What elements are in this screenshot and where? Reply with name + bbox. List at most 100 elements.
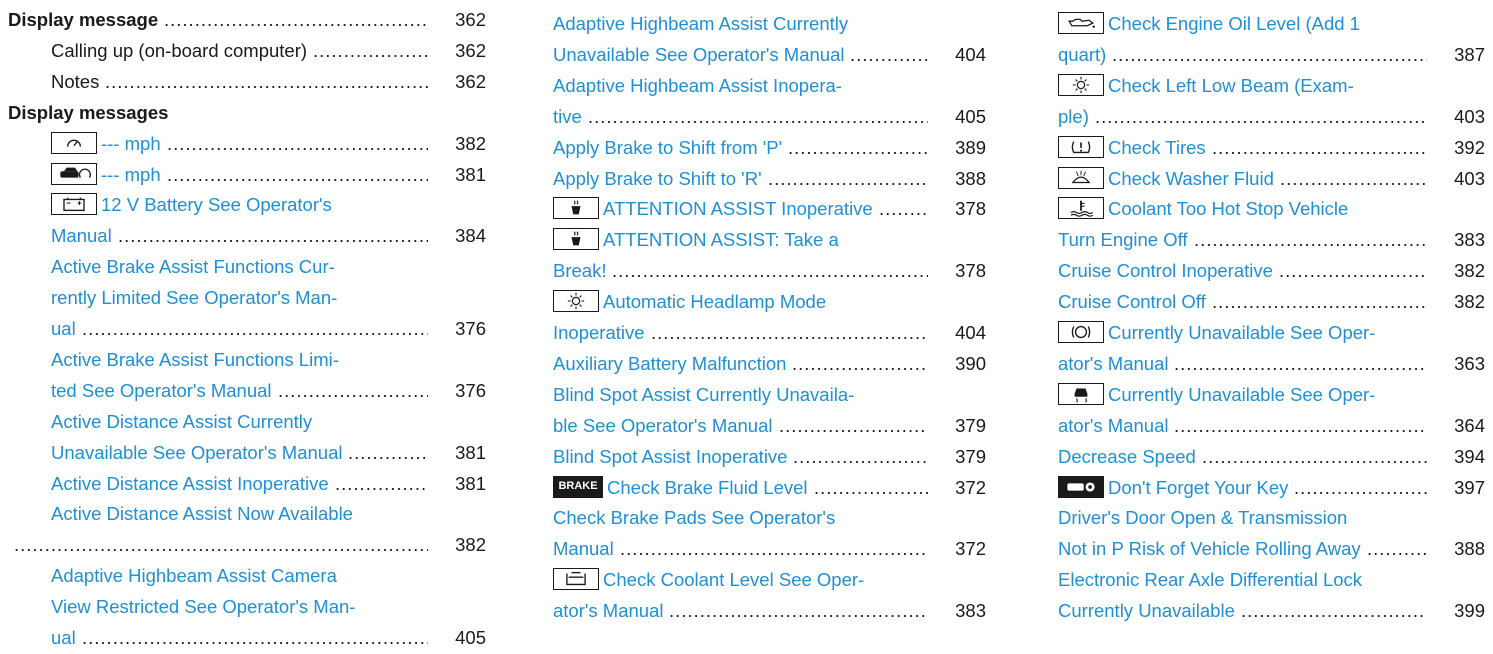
index-entry[interactable]: Auxiliary Battery Malfunction 390 (553, 348, 986, 380)
index-entry[interactable]: Apply Brake to Shift to 'R' 388 (553, 163, 986, 195)
index-entry[interactable]: Currently Unavailable See Oper- (1058, 379, 1485, 411)
entry-text: Notes (51, 70, 100, 92)
dot-leader (82, 622, 428, 654)
entry-text: Manual (51, 225, 112, 247)
index-entry[interactable]: View Restricted See Operator's Man- (8, 591, 486, 623)
index-entry[interactable]: ator's Manual 364 (1058, 410, 1485, 442)
index-entry[interactable]: Driver's Door Open & Transmission (1058, 502, 1485, 534)
index-entry[interactable]: 12 V Battery See Operator's (8, 189, 486, 221)
index-entry[interactable]: --- mph 381 (8, 159, 486, 191)
entry-text: Active Distance Assist Now Available (51, 503, 353, 525)
page-number: 381 (455, 441, 486, 463)
entry-text: Coolant Too Hot Stop Vehicle (1108, 198, 1349, 220)
dot-leader (788, 132, 928, 164)
index-entry[interactable]: Don't Forget Your Key 397 (1058, 472, 1485, 504)
entry-text: rently Limited See Operator's Man- (51, 287, 338, 309)
entry-text: Electronic Rear Axle Differential Lock (1058, 569, 1363, 591)
index-entry[interactable]: Unavailable See Operator's Manual 381 (8, 437, 486, 469)
abs-icon (1058, 321, 1104, 343)
index-entry[interactable]: Blind Spot Assist Currently Unavaila- (553, 379, 986, 411)
index-entry[interactable]: Active Brake Assist Functions Limi- (8, 344, 486, 376)
index-entry[interactable]: Cruise Control Inoperative 382 (1058, 255, 1485, 287)
page-number: 379 (955, 414, 986, 436)
page-number: 382 (1454, 291, 1485, 313)
index-entry[interactable]: Active Brake Assist Functions Cur- (8, 251, 486, 283)
index-entry[interactable]: 382 (8, 529, 486, 561)
key-icon (1058, 475, 1104, 498)
page-number: 389 (955, 136, 986, 158)
page-number: 383 (1454, 229, 1485, 251)
page-number: 399 (1454, 600, 1485, 622)
index-entry[interactable]: rently Limited See Operator's Man- (8, 282, 486, 314)
index-entry[interactable]: ATTENTION ASSIST Inoperative 378 (553, 193, 986, 225)
entry-text: Calling up (on-board computer) (51, 39, 308, 61)
index-entry[interactable]: Check Engine Oil Level (Add 1 (1058, 8, 1485, 40)
index-entry[interactable]: ted See Operator's Manual 376 (8, 375, 486, 407)
index-entry[interactable]: Inoperative 404 (553, 317, 986, 349)
entry-text: ator's Manual (553, 600, 664, 622)
index-entry[interactable]: Decrease Speed 394 (1058, 441, 1485, 473)
index-entry[interactable]: Manual 384 (8, 220, 486, 252)
dot-leader (793, 441, 928, 473)
entry-text: ATTENTION ASSIST: Take a (603, 229, 839, 251)
dot-leader (879, 193, 928, 225)
index-entry[interactable]: tive 405 (553, 101, 986, 133)
index-entry[interactable]: ATTENTION ASSIST: Take a (553, 224, 986, 256)
distance-assist-icon (51, 162, 97, 185)
index-entry[interactable]: --- mph 382 (8, 128, 486, 160)
index-entry[interactable]: Currently Unavailable See Oper- (1058, 317, 1485, 349)
entry-text: Adaptive Highbeam Assist Inopera- (553, 74, 842, 96)
index-entry[interactable]: Active Distance Assist Inoperative 381 (8, 468, 486, 500)
page-number: 392 (1454, 136, 1485, 158)
index-entry[interactable]: Adaptive Highbeam Assist Currently (553, 8, 986, 40)
index-entry[interactable]: Blind Spot Assist Inoperative 379 (553, 441, 986, 473)
index-entry[interactable]: ual 376 (8, 313, 486, 345)
dot-leader (669, 595, 928, 627)
index-entry[interactable]: ual 405 (8, 622, 486, 654)
dot-leader (105, 66, 428, 98)
index-entry[interactable]: Check Brake Pads See Operator's (553, 502, 986, 534)
dot-leader (612, 255, 928, 287)
dot-leader (1280, 163, 1427, 195)
index-entry[interactable]: Check Coolant Level See Oper- (553, 564, 986, 596)
entry-text: Check Left Low Beam (Exam- (1108, 74, 1354, 96)
dot-leader (792, 348, 928, 380)
index-entry[interactable]: Check Tires 392 (1058, 132, 1485, 164)
index-entry[interactable]: Turn Engine Off 383 (1058, 224, 1485, 256)
index-entry[interactable]: BRAKE Check Brake Fluid Level 372 (553, 472, 986, 504)
index-entry[interactable]: Coolant Too Hot Stop Vehicle (1058, 193, 1485, 225)
index-entry[interactable]: ple) 403 (1058, 101, 1485, 133)
index-entry[interactable]: ble See Operator's Manual 379 (553, 410, 986, 442)
index-entry[interactable]: Automatic Headlamp Mode (553, 286, 986, 318)
oil-can-icon (1058, 12, 1104, 34)
index-entry[interactable]: Currently Unavailable 399 (1058, 595, 1485, 627)
index-entry[interactable]: Break! 378 (553, 255, 986, 287)
index-entry[interactable]: ator's Manual 383 (553, 595, 986, 627)
dot-leader (118, 220, 428, 252)
entry-text: Don't Forget Your Key (1108, 476, 1289, 498)
index-entry[interactable]: Active Distance Assist Now Available (8, 498, 486, 530)
page-number: 381 (455, 163, 486, 185)
page-number: 381 (455, 472, 486, 494)
index-entry[interactable]: Check Washer Fluid 403 (1058, 163, 1485, 195)
index-entry[interactable]: Electronic Rear Axle Differential Lock (1058, 564, 1485, 596)
index-entry[interactable]: Unavailable See Operator's Manual 404 (553, 39, 986, 71)
dot-leader (1202, 441, 1427, 473)
page-number: 378 (955, 198, 986, 220)
index-entry[interactable]: Active Distance Assist Currently (8, 406, 486, 438)
index-entry[interactable]: Adaptive Highbeam Assist Inopera- (553, 70, 986, 102)
dot-leader (1279, 255, 1427, 287)
index-entry[interactable]: Manual 372 (553, 533, 986, 565)
index-entry[interactable]: Cruise Control Off 382 (1058, 286, 1485, 318)
index-entry[interactable]: ator's Manual 363 (1058, 348, 1485, 380)
index-entry[interactable]: quart) 387 (1058, 39, 1485, 71)
index-entry[interactable]: Check Left Low Beam (Exam- (1058, 70, 1485, 102)
index-entry[interactable]: Apply Brake to Shift from 'P' 389 (553, 132, 986, 164)
entry-text: Automatic Headlamp Mode (603, 291, 827, 313)
dot-leader (278, 375, 428, 407)
index-entry[interactable]: Adaptive Highbeam Assist Camera (8, 560, 486, 592)
coolant-reservoir-icon (553, 568, 599, 591)
dot-leader (1212, 132, 1427, 164)
entry-text: ator's Manual (1058, 414, 1169, 436)
index-entry[interactable]: Not in P Risk of Vehicle Rolling Away 388 (1058, 533, 1485, 565)
